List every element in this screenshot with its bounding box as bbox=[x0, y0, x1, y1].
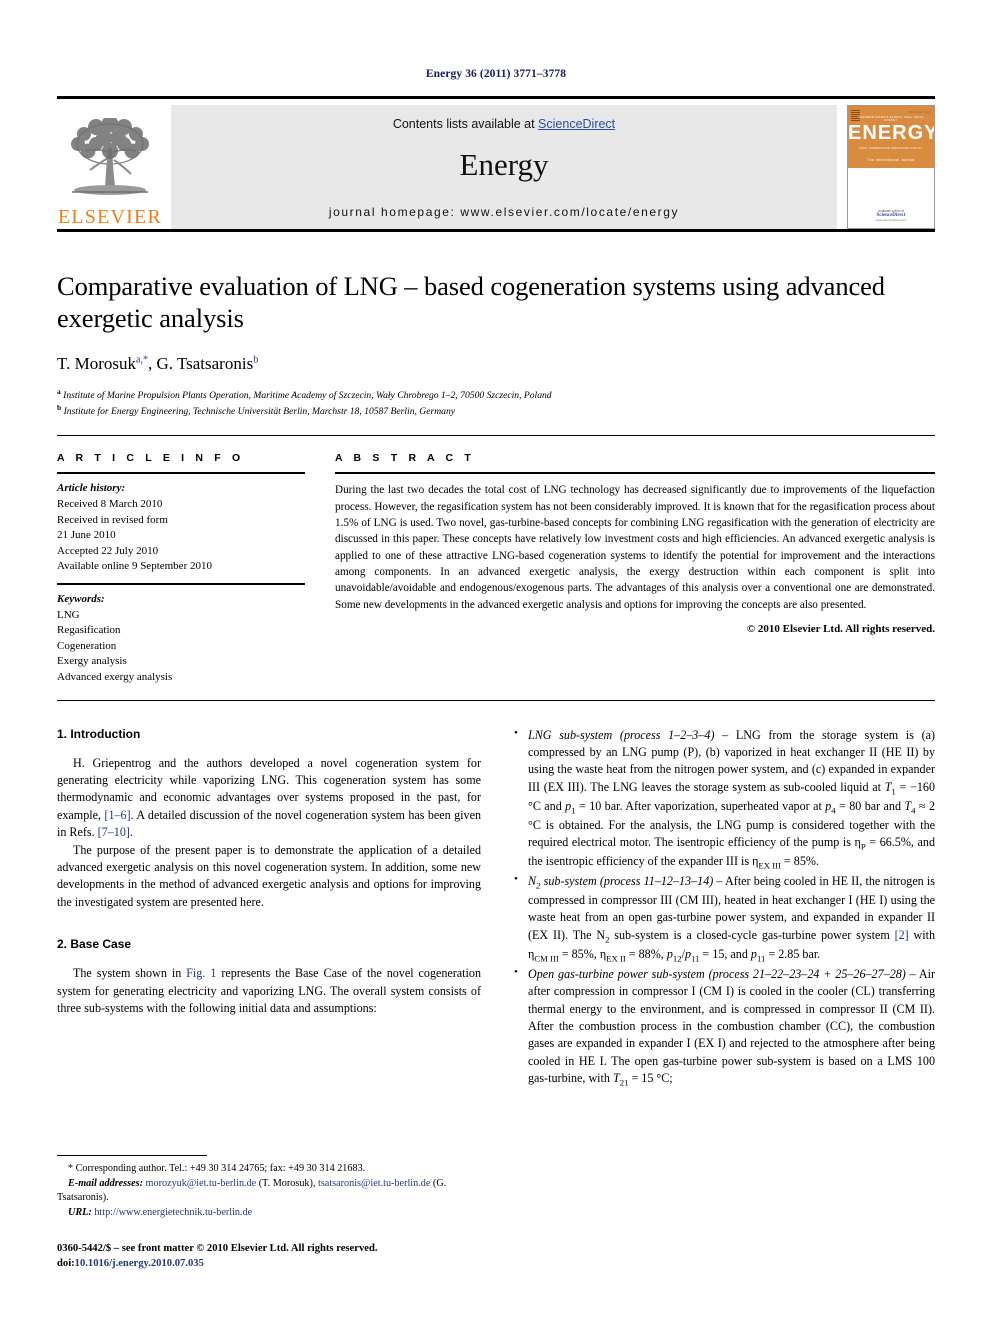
intro-paragraph-2: The purpose of the present paper is to d… bbox=[57, 842, 481, 909]
doi-line: doi:10.1016/j.energy.2010.07.035 bbox=[57, 1257, 481, 1272]
doi-link[interactable]: 10.1016/j.energy.2010.07.035 bbox=[75, 1258, 204, 1269]
affiliation-b-text: Institute for Energy Engineering, Techni… bbox=[63, 406, 456, 418]
email-label: E-mail addresses: bbox=[68, 1177, 143, 1189]
elsevier-logo: ELSEVIER bbox=[57, 105, 163, 229]
contents-prefix: Contents lists available at bbox=[392, 117, 539, 131]
abstract-rule bbox=[335, 472, 935, 475]
info-abstract-row: A R T I C L E I N F O Article history: R… bbox=[57, 452, 935, 685]
keywords-label: Keywords: bbox=[57, 592, 105, 605]
masthead-bottom-rule bbox=[57, 229, 935, 232]
intro-p1-post: . bbox=[129, 825, 133, 840]
elsevier-wordmark: ELSEVIER bbox=[57, 206, 163, 228]
intro-paragraph-1: H. Griepentrog and the authors developed… bbox=[57, 755, 481, 842]
affiliations: a Institute of Marine Propulsion Plants … bbox=[57, 387, 935, 419]
elsevier-tree-icon bbox=[71, 118, 149, 195]
figure-1-link[interactable]: Fig. 1 bbox=[186, 966, 216, 980]
keywords-block: Keywords: LNG Regasification Cogeneratio… bbox=[57, 592, 305, 686]
body-left-column: 1. Introduction H. Griepentrog and the a… bbox=[57, 727, 481, 1272]
history-item: Accepted 22 July 2010 bbox=[57, 544, 159, 557]
journal-banner: Contents lists available at ScienceDirec… bbox=[171, 105, 837, 229]
imprint-line: 0360-5442/$ – see front matter © 2010 El… bbox=[57, 1243, 378, 1255]
history-item: 21 June 2010 bbox=[57, 529, 116, 542]
journal-homepage-link[interactable]: journal homepage: www.elsevier.com/locat… bbox=[171, 205, 837, 219]
citation-7-10[interactable]: [7–10] bbox=[98, 825, 130, 839]
paper-page: Energy 36 (2011) 3771–3778 ELSEVIER Cont… bbox=[0, 0, 992, 1323]
body-right-column: LNG sub-system (process 1–2–3–4) – LNG f… bbox=[511, 726, 935, 1272]
title-block: Comparative evaluation of LNG – based co… bbox=[57, 270, 935, 419]
keyword-item: Regasification bbox=[57, 624, 121, 637]
email-link-tsatsaronis[interactable]: tsatsaronis@iet.tu-berlin.de bbox=[318, 1178, 430, 1189]
page-title: Comparative evaluation of LNG – based co… bbox=[57, 271, 885, 334]
keyword-item: LNG bbox=[57, 608, 80, 621]
article-info-heading: A R T I C L E I N F O bbox=[57, 452, 245, 465]
article-history: Article history: Received 8 March 2010 R… bbox=[57, 481, 305, 575]
history-item: Received in revised form bbox=[57, 513, 168, 526]
footnote-rule bbox=[57, 1155, 207, 1157]
abstract-column: A B S T R A C T During the last two deca… bbox=[335, 452, 935, 685]
keyword-item: Exergy analysis bbox=[57, 655, 127, 668]
keyword-item: Cogeneration bbox=[57, 639, 117, 652]
abstract-heading: A B S T R A C T bbox=[335, 452, 475, 465]
sub-systems-list: LNG sub-system (process 1–2–3–4) – LNG f… bbox=[511, 726, 935, 1090]
affiliation-a: a Institute of Marine Propulsion Plants … bbox=[57, 387, 552, 402]
cover-banner: ISSN 0360-5442 THERMODYNAMICS EXERGY FUE… bbox=[848, 106, 934, 168]
journal-cover-thumbnail: ISSN 0360-5442 THERMODYNAMICS EXERGY FUE… bbox=[847, 105, 935, 229]
affiliation-a-text: Institute of Marine Propulsion Plants Op… bbox=[63, 390, 552, 402]
journal-masthead: ELSEVIER Contents lists available at Sci… bbox=[57, 96, 935, 229]
list-item: N2 sub-system (process 11–12–13–14) – Af… bbox=[511, 872, 935, 965]
list-item: Open gas-turbine power sub-system (proce… bbox=[511, 965, 935, 1089]
keyword-item: Advanced exergy analysis bbox=[57, 671, 173, 684]
list-item: LNG sub-system (process 1–2–3–4) – LNG f… bbox=[511, 726, 935, 872]
imprint-block: 0360-5442/$ – see front matter © 2010 El… bbox=[57, 1242, 481, 1271]
history-item: Received 8 March 2010 bbox=[57, 497, 163, 510]
section-heading-base-case: 2. Base Case bbox=[57, 937, 132, 952]
abstract-bottom-rule bbox=[57, 699, 935, 701]
email-link-morosuk[interactable]: morozyuk@iet.tu-berlin.de bbox=[146, 1178, 257, 1189]
cover-subtitle: The International Journal bbox=[867, 158, 915, 162]
contents-line: Contents lists available at ScienceDirec… bbox=[393, 117, 615, 131]
url-note: URL: http://www.energietechnik.tu-berlin… bbox=[57, 1206, 481, 1220]
citation-1-6[interactable]: [1–6] bbox=[104, 808, 130, 822]
url-link[interactable]: http://www.energietechnik.tu-berlin.de bbox=[94, 1207, 252, 1218]
base-case-paragraph-1: The system shown in Fig. 1 represents th… bbox=[57, 965, 481, 1017]
title-bottom-rule bbox=[57, 435, 935, 437]
url-label: URL: bbox=[68, 1206, 92, 1218]
cover-sciencedirect-url: www.sciencedirect.com bbox=[875, 218, 907, 222]
cover-footer: Available online at ScienceDirect www.sc… bbox=[848, 209, 934, 222]
footnote-block: * Corresponding author. Tel.: +49 30 314… bbox=[57, 1155, 481, 1271]
article-info-rule bbox=[57, 472, 305, 475]
article-history-label: Article history: bbox=[57, 482, 126, 495]
journal-title: Energy bbox=[459, 147, 549, 182]
article-info-column: A R T I C L E I N F O Article history: R… bbox=[57, 452, 305, 685]
corresponding-author-note: * Corresponding author. Tel.: +49 30 314… bbox=[68, 1163, 366, 1175]
section-heading-introduction: 1. Introduction bbox=[57, 726, 141, 741]
email-owner-1: (T. Morosuk), bbox=[258, 1177, 316, 1189]
body-columns: 1. Introduction H. Griepentrog and the a… bbox=[57, 726, 935, 1272]
cover-title: ENERGY bbox=[848, 122, 935, 144]
running-head: Energy 36 (2011) 3771–3778 bbox=[425, 68, 567, 80]
history-item: Available online 9 September 2010 bbox=[57, 560, 212, 573]
author-list: T. Morosuka,*, G. Tsatsaronisb bbox=[57, 354, 259, 374]
email-addresses-note: E-mail addresses: morozyuk@iet.tu-berlin… bbox=[57, 1177, 481, 1206]
cover-issn: ISSN 0360-5442 bbox=[907, 110, 930, 114]
cover-topics-bottom: HEAT COMBUSTION EMISSIONS POLICY bbox=[859, 147, 923, 150]
keywords-rule bbox=[57, 582, 305, 585]
affiliation-b: b Institute for Energy Engineering, Tech… bbox=[57, 403, 456, 418]
sciencedirect-link[interactable]: ScienceDirect bbox=[538, 117, 615, 131]
doi-label: doi: bbox=[57, 1258, 75, 1270]
abstract-text: During the last two decades the total co… bbox=[335, 484, 935, 611]
abstract-copyright: © 2010 Elsevier Ltd. All rights reserved… bbox=[746, 623, 935, 636]
base-p1-pre: The system shown in bbox=[73, 966, 187, 981]
